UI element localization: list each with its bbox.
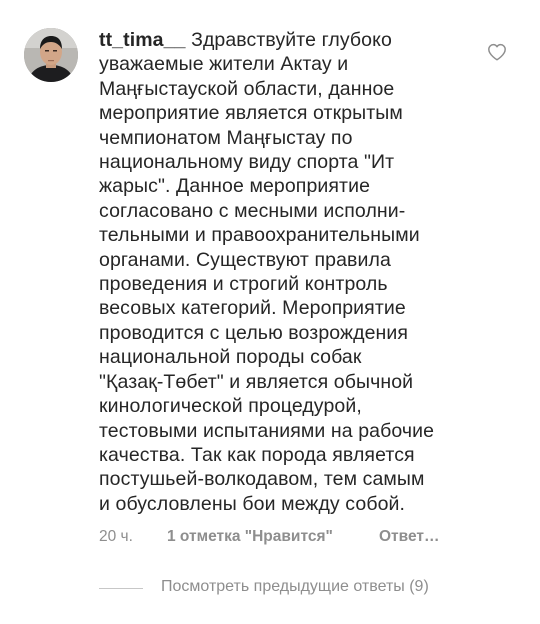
comment-time: 20 ч.: [99, 528, 133, 545]
reply-button[interactable]: Ответ…: [379, 528, 439, 546]
comment-line: уважаемые жители Актау и: [99, 53, 349, 76]
replies-divider: [99, 588, 143, 589]
comment-line: "Қазақ-Төбет" и является обычной: [99, 370, 414, 393]
comment-line: мероприятие является открытым: [99, 102, 403, 125]
comment-line: органами. Существуют правила: [99, 248, 391, 271]
comment-meta: 20 ч. 1 отметка "Нравится" Ответ…: [99, 528, 519, 548]
comment-line: жарыс". Данное мероприятие: [99, 175, 371, 198]
comment-line: согласовано с месными исполни-: [99, 199, 406, 222]
comment-line: весовых категорий. Мероприятие: [99, 297, 406, 320]
comment-line: национальной породы собак: [99, 346, 362, 369]
comment-line: проведения и строгий контроль: [99, 273, 388, 296]
comment-username[interactable]: tt_tima__: [99, 29, 186, 51]
avatar-photo: [24, 28, 78, 82]
heart-outline-icon[interactable]: [487, 43, 507, 61]
comment-line: кинологической процедурой,: [99, 395, 362, 418]
view-previous-replies-button[interactable]: Посмотреть предыдущие ответы (9): [99, 577, 499, 599]
comment-line: чемпионатом Маңғыстау по: [99, 126, 353, 149]
comment-line: постушьей-волкодавом, тем самым: [99, 468, 425, 491]
comment-line: тельными и правоохранительными: [99, 224, 420, 247]
likes-count-button[interactable]: 1 отметка "Нравится": [167, 528, 333, 546]
comment-line: тестовыми испытаниями на рабочие: [99, 419, 435, 442]
view-previous-replies-label: Посмотреть предыдущие ответы (9): [161, 578, 429, 595]
comment-text: tt_tima__ Здравствуйте глубоко уважаемые…: [99, 28, 477, 516]
comment-line: качества. Так как порода является: [99, 443, 415, 466]
comment-line: Здравствуйте глубоко: [191, 29, 392, 51]
avatar[interactable]: [24, 28, 78, 82]
comment-line: национальному виду спорта "Ит: [99, 151, 395, 174]
comment-line: и обусловлены бои между собой.: [99, 492, 406, 515]
comment-line: проводится с целью возрождения: [99, 321, 409, 344]
comment-line: Мaңғыстауской области, данное: [99, 77, 395, 100]
